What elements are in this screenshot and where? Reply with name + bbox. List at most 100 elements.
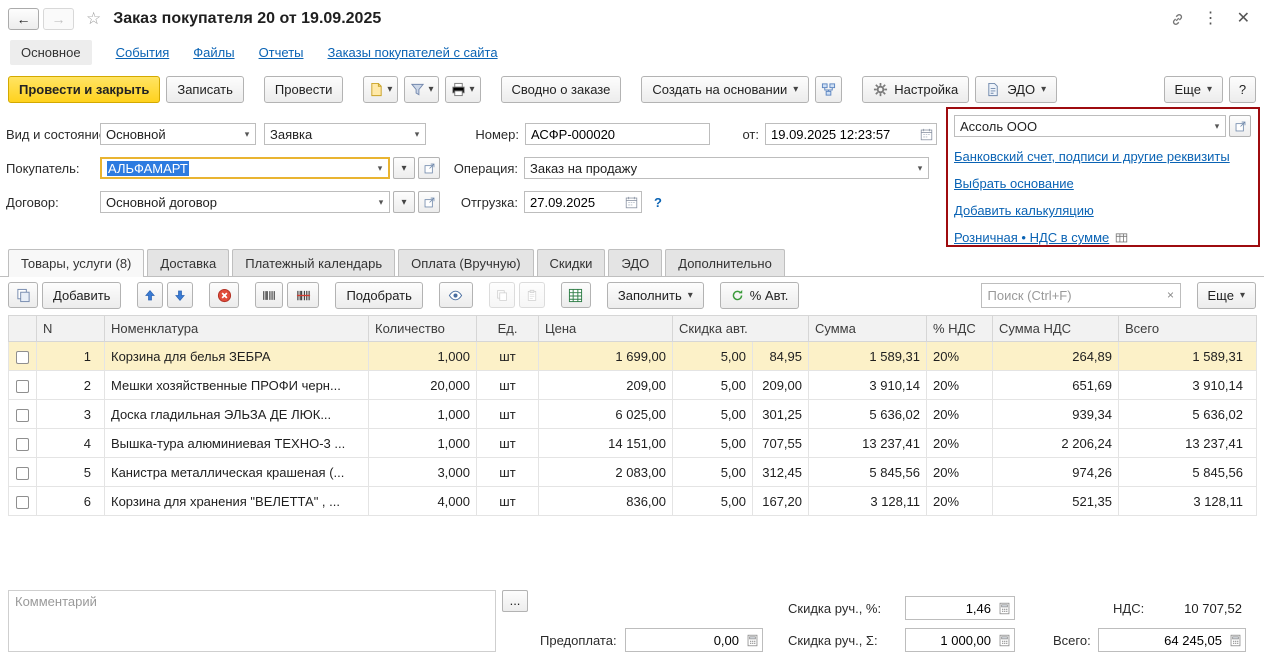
document-status-button[interactable]: ▾ xyxy=(363,76,399,103)
prepayment-input[interactable] xyxy=(626,632,742,648)
paste-rows-button[interactable] xyxy=(518,282,545,308)
date-field[interactable] xyxy=(765,123,937,145)
move-down-button[interactable] xyxy=(167,282,194,308)
tab-main[interactable]: Основное xyxy=(10,39,92,65)
tab-goods-services[interactable]: Товары, услуги (8) xyxy=(8,249,145,277)
manual-discount-sum-input[interactable] xyxy=(906,632,994,648)
table-row[interactable]: 4 Вышка-тура алюминиевая ТЕХНО-3 ... 1,0… xyxy=(8,428,1257,458)
tab-reports[interactable]: Отчеты xyxy=(259,45,304,60)
table-row[interactable]: 3 Доска гладильная ЭЛЬЗА ДЕ ЛЮК... 1,000… xyxy=(8,399,1257,429)
post-button[interactable]: Провести xyxy=(263,76,344,103)
shipment-date-field[interactable] xyxy=(524,191,642,213)
choose-basis-link[interactable]: Выбрать основание xyxy=(954,176,1074,191)
customer-open-button[interactable] xyxy=(418,157,440,179)
favorite-star-button[interactable]: ☆ xyxy=(86,9,101,29)
copy-row-button[interactable] xyxy=(8,282,38,308)
bank-account-link[interactable]: Банковский счет, подписи и другие реквиз… xyxy=(954,149,1230,164)
chevron-down-icon[interactable]: ▾ xyxy=(1209,121,1225,132)
chevron-down-icon[interactable]: ▾ xyxy=(372,163,388,174)
comment-expand-button[interactable]: ... xyxy=(502,590,528,612)
customer-order-window: ← → ☆ Заказ покупателя 20 от 19.09.2025 … xyxy=(0,0,1264,652)
grand-total-calc-button[interactable] xyxy=(1225,630,1245,650)
filter-button[interactable]: ▾ xyxy=(404,76,440,103)
items-more-button[interactable]: Еще ▾ xyxy=(1196,281,1256,309)
customer-list-button[interactable]: ▾ xyxy=(393,157,415,179)
tab-events[interactable]: События xyxy=(116,45,170,60)
window-menu-button[interactable]: ⋮ xyxy=(1203,11,1219,27)
add-calculation-link[interactable]: Добавить калькуляцию xyxy=(954,203,1094,218)
contract-list-button[interactable]: ▾ xyxy=(393,191,415,213)
table-row[interactable]: 6 Корзина для хранения "ВЕЛЕТТА" , ... 4… xyxy=(8,486,1257,516)
customer-field[interactable]: АЛЬФАМАРТ ▾ xyxy=(100,157,390,179)
prepayment-calc-button[interactable] xyxy=(742,630,762,650)
table-row[interactable]: 1 Корзина для белья ЗЕБРА 1,000 шт 1 699… xyxy=(8,341,1257,371)
tab-discounts[interactable]: Скидки xyxy=(536,249,606,276)
date-picker-button[interactable] xyxy=(916,124,936,144)
shipment-date-picker-button[interactable] xyxy=(621,192,641,212)
row-checkbox[interactable] xyxy=(16,437,29,451)
tab-payment-manual[interactable]: Оплата (Вручную) xyxy=(398,249,534,276)
row-checkbox[interactable] xyxy=(16,408,29,422)
pick-items-button[interactable]: Подобрать xyxy=(335,281,423,309)
operation-combo[interactable]: Заказ на продажу ▾ xyxy=(524,157,929,179)
comment-input[interactable] xyxy=(9,591,495,651)
organization-combo[interactable]: Ассоль ООО ▾ xyxy=(954,115,1226,137)
number-input[interactable] xyxy=(525,123,710,145)
order-summary-button[interactable]: Сводно о заказе xyxy=(500,76,622,103)
tab-files[interactable]: Файлы xyxy=(193,45,234,60)
tab-site-orders[interactable]: Заказы покупателей с сайта xyxy=(328,45,498,60)
contract-open-button[interactable] xyxy=(418,191,440,213)
tab-payment-calendar[interactable]: Платежный календарь xyxy=(232,249,396,276)
close-button[interactable]: ✕ xyxy=(1237,11,1250,27)
shipment-date-input[interactable] xyxy=(525,194,621,210)
manual-discount-pct-input[interactable] xyxy=(906,600,994,616)
row-checkbox[interactable] xyxy=(16,350,29,364)
back-button[interactable]: ← xyxy=(8,8,39,30)
chevron-down-icon[interactable]: ▾ xyxy=(373,197,389,208)
table-row[interactable]: 5 Канистра металлическая крашеная (... 3… xyxy=(8,457,1257,487)
write-button[interactable]: Записать xyxy=(166,76,244,103)
auto-discount-button[interactable]: % Авт. xyxy=(719,281,800,309)
kind-combo[interactable]: Основной ▾ xyxy=(100,123,256,145)
more-button[interactable]: Еще ▾ xyxy=(1163,76,1223,103)
manual-discount-sum-calc-button[interactable] xyxy=(994,630,1014,650)
row-checkbox[interactable] xyxy=(16,379,29,393)
shipment-help-link[interactable]: ? xyxy=(654,195,662,210)
help-button[interactable]: ? xyxy=(1229,76,1256,103)
organization-open-button[interactable] xyxy=(1229,115,1251,137)
barcode-button[interactable] xyxy=(255,282,284,308)
export-table-button[interactable] xyxy=(560,282,591,308)
barcode-scan-button[interactable] xyxy=(287,282,320,308)
related-documents-button[interactable] xyxy=(815,76,843,103)
get-link-button[interactable] xyxy=(1170,12,1185,27)
manual-discount-pct-calc-button[interactable] xyxy=(994,598,1014,618)
copy-rows-button[interactable] xyxy=(488,282,515,308)
status-combo[interactable]: Заявка ▾ xyxy=(264,123,426,145)
settings-button[interactable]: Настройка xyxy=(862,76,970,103)
chevron-down-icon[interactable]: ▾ xyxy=(409,129,425,140)
chevron-down-icon[interactable]: ▾ xyxy=(239,129,255,140)
grand-total-input[interactable] xyxy=(1099,632,1225,648)
create-based-on-button[interactable]: Создать на основании ▾ xyxy=(641,76,810,103)
print-button[interactable]: ▾ xyxy=(445,76,481,103)
forward-button[interactable]: → xyxy=(43,8,74,30)
row-checkbox[interactable] xyxy=(16,466,29,480)
cancel-row-button[interactable] xyxy=(209,282,240,308)
row-checkbox[interactable] xyxy=(16,495,29,509)
price-type-vat-link[interactable]: Розничная • НДС в сумме xyxy=(954,230,1109,245)
fill-button[interactable]: Заполнить ▾ xyxy=(606,281,704,309)
post-and-close-button[interactable]: Провести и закрыть xyxy=(8,76,161,103)
move-up-button[interactable] xyxy=(137,282,164,308)
table-row[interactable]: 2 Мешки хозяйственные ПРОФИ черн... 20,0… xyxy=(8,370,1257,400)
add-row-button[interactable]: Добавить xyxy=(42,281,122,309)
tab-delivery[interactable]: Доставка xyxy=(147,249,230,276)
view-button[interactable] xyxy=(438,282,473,308)
search-input[interactable] xyxy=(981,287,1162,303)
date-input[interactable] xyxy=(766,126,916,142)
contract-field[interactable]: Основной договор ▾ xyxy=(100,191,390,213)
edo-button[interactable]: ЭДО ▾ xyxy=(975,76,1058,103)
tab-additional[interactable]: Дополнительно xyxy=(665,249,785,276)
tab-edo[interactable]: ЭДО xyxy=(608,249,663,276)
chevron-down-icon[interactable]: ▾ xyxy=(912,163,928,174)
clear-search-button[interactable]: × xyxy=(1162,288,1180,302)
